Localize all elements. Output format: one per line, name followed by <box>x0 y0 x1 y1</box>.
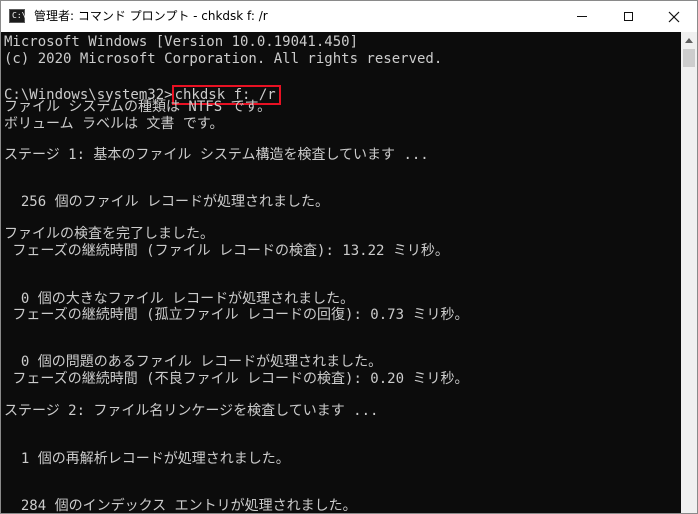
maximize-icon <box>623 12 633 21</box>
title-bar[interactable]: C:\ 管理者: コマンド プロンプト - chkdsk f: /r <box>1 1 697 32</box>
console-line: ファイルの検査を完了しました。 <box>4 226 214 242</box>
console-line: ファイル システムの種類は NTFS です。 <box>4 99 272 115</box>
console-line: ボリューム ラベルは 文書 です。 <box>4 116 224 132</box>
console-output[interactable]: Microsoft Windows [Version 10.0.19041.45… <box>1 32 681 513</box>
console-line: (c) 2020 Microsoft Corporation. All righ… <box>4 51 443 67</box>
scroll-up-button[interactable] <box>681 32 697 49</box>
close-icon <box>668 11 680 22</box>
console-line: 256 個のファイル レコードが処理されました。 <box>4 194 329 210</box>
cmd-icon-text: C:\ <box>12 11 27 20</box>
minimize-icon <box>577 16 587 17</box>
console-line: ステージ 1: 基本のファイル システム構造を検査しています ... <box>4 147 429 163</box>
scroll-thumb[interactable] <box>683 49 695 67</box>
console-line: 1 個の再解析レコードが処理されました。 <box>4 451 290 467</box>
window-title: 管理者: コマンド プロンプト - chkdsk f: /r <box>34 9 268 23</box>
minimize-button[interactable] <box>559 1 605 32</box>
console-line: ステージ 2: ファイル名リンケージを検査しています ... <box>4 403 379 419</box>
console-line: フェーズの継続時間 (ファイル レコードの検査): 13.22 ミリ秒。 <box>4 243 449 259</box>
console-window: C:\ 管理者: コマンド プロンプト - chkdsk f: /r Micro… <box>0 0 698 514</box>
console-line: フェーズの継続時間 (孤立ファイル レコードの回復): 0.73 ミリ秒。 <box>4 307 469 323</box>
maximize-button[interactable] <box>605 1 651 32</box>
cmd-icon[interactable]: C:\ <box>9 9 27 23</box>
console-line: Microsoft Windows [Version 10.0.19041.45… <box>4 34 359 50</box>
console-line: 0 個の問題のあるファイル レコードが処理されました。 <box>4 354 383 370</box>
close-button[interactable] <box>651 1 697 32</box>
vertical-scrollbar[interactable] <box>681 32 697 513</box>
console-line: フェーズの継続時間 (不良ファイル レコードの検査): 0.20 ミリ秒。 <box>4 371 469 387</box>
console-line: 284 個のインデックス エントリが処理されました。 <box>4 498 357 514</box>
chevron-up-icon <box>685 38 693 43</box>
